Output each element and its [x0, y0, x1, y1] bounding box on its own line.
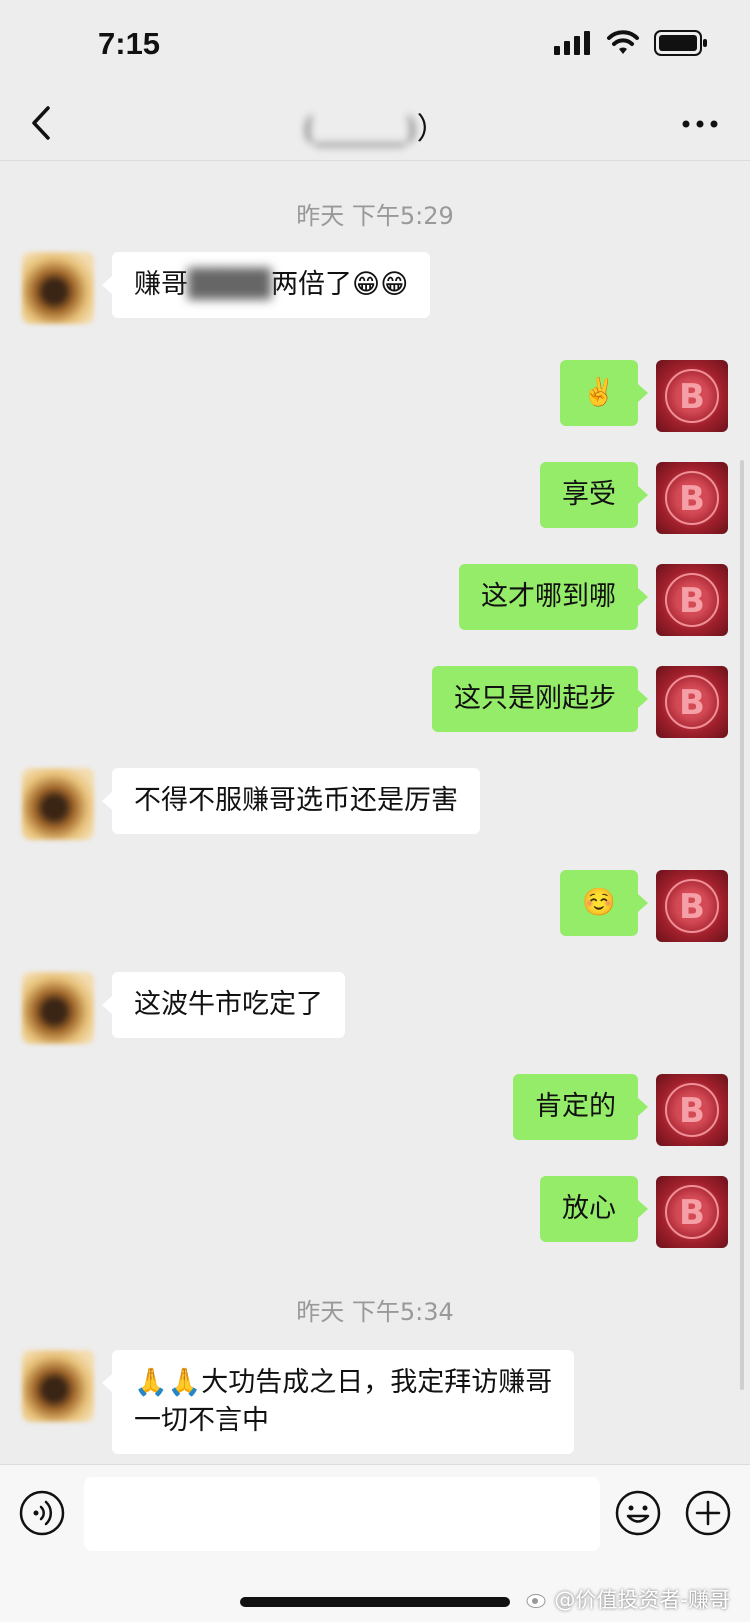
message-bubble-incoming[interactable]: 🙏🙏大功告成之日，我定拜访赚哥 一切不言中 [101, 1350, 575, 1454]
bitcoin-avatar[interactable]: B [656, 564, 728, 636]
contact-avatar[interactable] [22, 252, 94, 324]
watermark-text: @价值投资者-赚哥 [554, 1588, 730, 1612]
plus-icon[interactable] [684, 1489, 732, 1537]
svg-text:B: B [679, 479, 705, 519]
message-text-blurred: ████ [188, 269, 272, 300]
more-dots-icon[interactable] [678, 102, 722, 146]
chat-title-suffix: ） [416, 112, 447, 147]
message-text: 这只是刚起步 [454, 683, 616, 714]
svg-text:B: B [679, 683, 705, 723]
message-text: 两倍了😁😁 [271, 269, 409, 300]
message-text: 这才哪到哪 [481, 581, 616, 612]
message-bubble-outgoing[interactable]: ☺️ [560, 870, 648, 936]
status-icons [554, 30, 708, 56]
bitcoin-avatar[interactable]: B [656, 1074, 728, 1146]
signal-icon [554, 31, 590, 55]
message-text: ☺️ [582, 887, 616, 918]
bitcoin-avatar[interactable]: B [656, 666, 728, 738]
timestamp: 昨天 下午5:34 [296, 1298, 454, 1326]
svg-text:B: B [679, 581, 705, 621]
message-bubble-outgoing[interactable]: 放心 [540, 1176, 648, 1242]
message-text: 赚哥 [134, 269, 188, 300]
bitcoin-avatar[interactable]: B [656, 462, 728, 534]
message-text: 放心 [562, 1193, 616, 1224]
contact-avatar[interactable] [22, 972, 94, 1044]
contact-avatar[interactable] [22, 768, 94, 840]
message-text: 肯定的 [535, 1091, 616, 1122]
message-bubble-outgoing[interactable]: 肯定的 [513, 1074, 648, 1140]
battery-icon [654, 30, 707, 56]
message-bubble-incoming[interactable]: 不得不服赚哥选币还是厉害 [102, 768, 480, 834]
chat-title: (______)） [0, 104, 750, 148]
emoji-icon[interactable] [614, 1489, 662, 1537]
message-text: 不得不服赚哥选币还是厉害 [134, 785, 458, 816]
message-text: ✌️ [582, 377, 616, 408]
svg-text:B: B [679, 377, 705, 417]
svg-text:B: B [679, 887, 705, 927]
scrollbar[interactable] [740, 460, 744, 1390]
message-bubble-incoming[interactable]: 这波牛市吃定了 [102, 972, 345, 1038]
message-bubble-outgoing[interactable]: 这才哪到哪 [459, 564, 648, 630]
wifi-icon [607, 30, 639, 54]
chat-title-blurred: (______) [303, 112, 417, 147]
message-text: 这波牛市吃定了 [134, 989, 323, 1020]
svg-text:B: B [679, 1193, 705, 1233]
voice-icon[interactable] [18, 1489, 66, 1537]
input-bar: @价值投资者-赚哥 [0, 1464, 750, 1622]
svg-text:B: B [679, 1091, 705, 1131]
message-bubble-incoming[interactable]: 赚哥████两倍了😁😁 [101, 252, 431, 318]
message-bubble-outgoing[interactable]: 这只是刚起步 [432, 666, 648, 732]
home-indicator [240, 1597, 510, 1607]
watermark: @价值投资者-赚哥 [526, 1584, 730, 1614]
status-time: 7:15 [98, 26, 161, 61]
bitcoin-avatar[interactable]: B [656, 360, 728, 432]
message-text: 🙏🙏大功告成之日，我定拜访赚哥 一切不言中 [134, 1367, 553, 1436]
bitcoin-avatar[interactable]: B [656, 870, 728, 942]
weibo-icon [526, 1594, 546, 1608]
nav-bar: (______)） [0, 90, 750, 161]
status-bar: 7:15 [0, 0, 750, 90]
contact-avatar[interactable] [22, 1350, 94, 1422]
message-input[interactable] [84, 1477, 600, 1551]
message-text: 享受 [562, 479, 616, 510]
timestamp: 昨天 下午5:29 [296, 202, 454, 230]
bitcoin-avatar[interactable]: B [656, 1176, 728, 1248]
message-bubble-outgoing[interactable]: 享受 [540, 462, 648, 528]
message-bubble-outgoing[interactable]: ✌️ [560, 360, 648, 426]
